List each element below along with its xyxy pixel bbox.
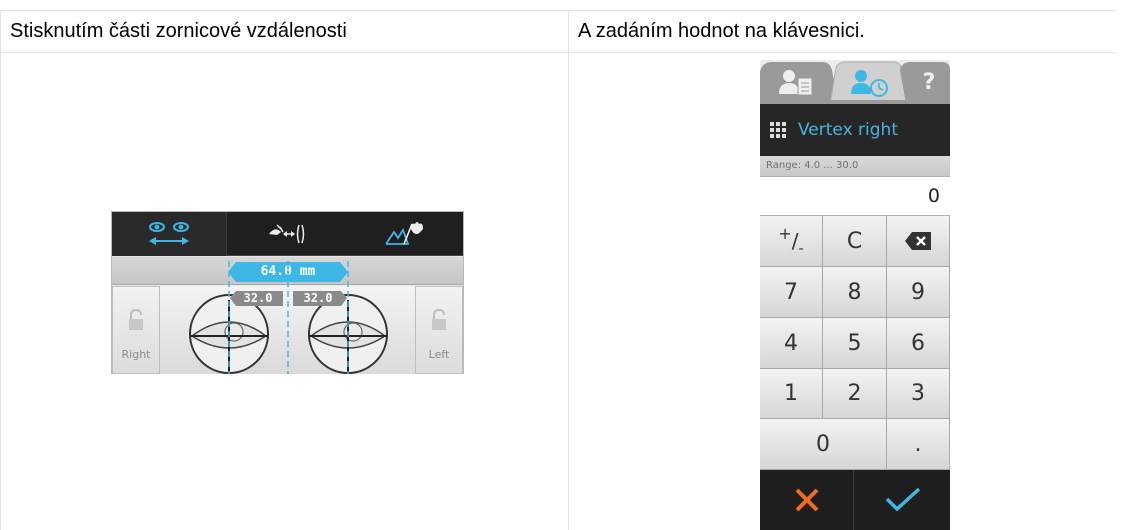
key-1[interactable]: 1	[760, 369, 823, 419]
keypad-range: Range: 4.0 ... 30.0	[760, 156, 950, 176]
key-3[interactable]: 3	[887, 369, 950, 419]
table-border-middle	[568, 10, 569, 530]
keypad-value-field[interactable]: 0	[760, 176, 950, 216]
person-document-icon	[779, 70, 813, 96]
pd-tab-viewing-distance[interactable]	[345, 212, 463, 256]
left-lock-label: Left	[428, 348, 450, 361]
pd-toolbar	[112, 212, 463, 256]
table-border-header	[0, 52, 1116, 53]
right-half-distance[interactable]: 32.0	[230, 290, 286, 307]
tab-patient-history[interactable]	[836, 60, 906, 104]
confirm-button[interactable]	[855, 470, 950, 530]
right-lock-button[interactable]: Right	[112, 286, 160, 374]
keypad-title: Vertex right	[798, 120, 898, 140]
key-plus-minus[interactable]: + / -	[760, 216, 823, 267]
right-lock-label: Right	[121, 348, 151, 361]
tab-help[interactable]: ?	[908, 60, 950, 104]
vertex-distance-icon	[268, 224, 304, 244]
key-9[interactable]: 9	[887, 267, 950, 318]
key-6[interactable]: 6	[887, 318, 950, 369]
numeric-keypad-panel: ? Vertex right Range: 4.0 ... 30.0 0 + /…	[760, 60, 950, 530]
key-2[interactable]: 2	[823, 369, 887, 419]
key-4[interactable]: 4	[760, 318, 823, 369]
person-clock-icon	[851, 70, 888, 97]
pupil-distance-icon	[149, 222, 189, 245]
checkmark-icon	[885, 487, 920, 512]
key-8[interactable]: 8	[823, 267, 887, 318]
cancel-x-icon	[795, 488, 818, 512]
keypad-tabs: ?	[760, 60, 950, 105]
backspace-icon	[905, 232, 931, 250]
key-backspace[interactable]	[887, 216, 950, 267]
cancel-button[interactable]	[760, 470, 854, 530]
key-clear[interactable]: C	[823, 216, 887, 267]
left-lock-button[interactable]: Left	[415, 286, 463, 374]
keypad-header: Vertex right	[760, 104, 950, 156]
key-5[interactable]: 5	[823, 318, 887, 369]
left-half-distance[interactable]: 32.0	[290, 290, 346, 307]
keypad-grid-icon	[770, 122, 786, 138]
pd-tab-vertex-distance[interactable]	[228, 212, 345, 256]
pupillary-distance-widget: 64.0 mm 32.0 32.0 Right Left	[111, 211, 464, 374]
near-far-icon	[385, 222, 423, 245]
key-plus-minus-slash: /	[791, 229, 799, 253]
key-0[interactable]: 0	[760, 419, 887, 470]
keypad-footer	[760, 470, 950, 530]
key-decimal-point[interactable]: .	[887, 419, 950, 470]
header-cell-right: A zadáním hodnot na klávesnici.	[578, 20, 865, 42]
header-cell-left: Stisknutím části zornicové vzdálenosti	[10, 20, 347, 42]
lock-icon	[432, 309, 446, 330]
key-plus-minus-sub: -	[798, 241, 804, 257]
key-7[interactable]: 7	[760, 267, 823, 318]
help-icon: ?	[922, 69, 936, 95]
key-plus-minus-sup: +	[778, 223, 792, 243]
measurement-guides	[228, 261, 349, 374]
keypad-keys: + / - C 7 8 9 4 5 6 1 2 3 0 .	[760, 216, 950, 470]
tab-patient-data[interactable]	[760, 60, 832, 104]
document-table: Stisknutím části zornicové vzdálenosti A…	[0, 0, 1126, 530]
table-border-left	[0, 10, 1, 530]
lock-icon	[129, 309, 143, 330]
pd-tab-pupil-distance[interactable]	[112, 212, 227, 256]
